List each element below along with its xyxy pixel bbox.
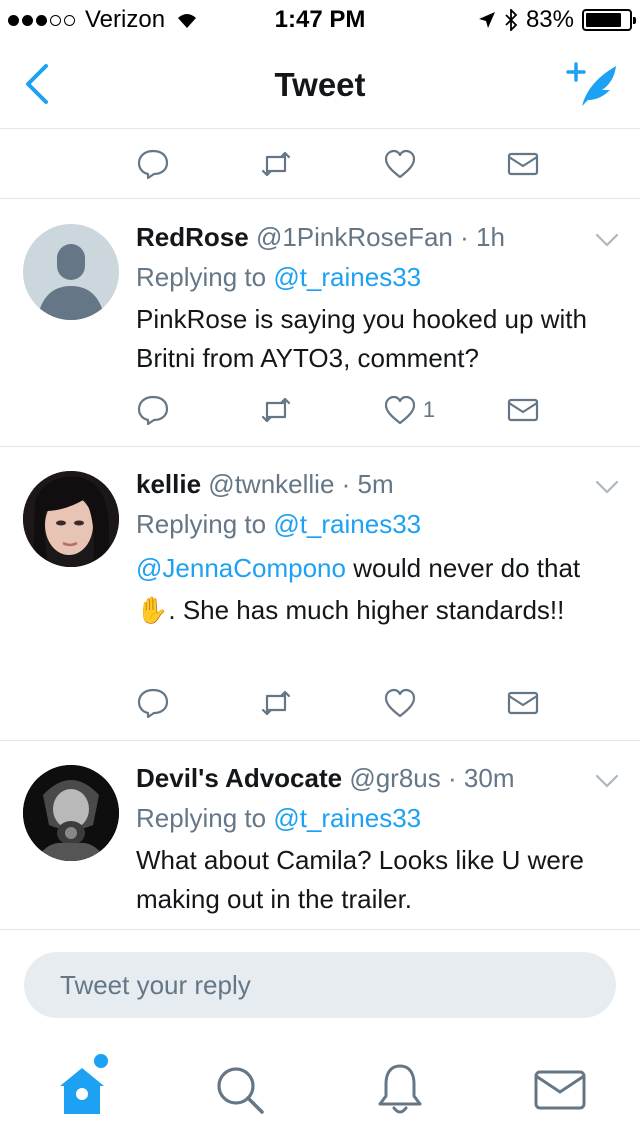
body-text-part: . She has much higher standards!! — [168, 595, 565, 625]
tweet-kellie[interactable]: kellie @twnkellie · 5m Replying to @t_ra… — [0, 447, 640, 741]
notifications-icon — [378, 1064, 422, 1114]
user-handle[interactable]: @gr8us — [349, 763, 440, 793]
battery-icon — [582, 9, 636, 31]
body-mention-link[interactable]: @JennaCompono — [136, 553, 346, 583]
tab-search[interactable] — [210, 1060, 270, 1120]
like-button[interactable]: 1 — [383, 390, 506, 430]
tweet-header: RedRose @1PinkRoseFan · 1h — [136, 222, 580, 253]
direct-message-icon — [508, 398, 539, 422]
default-avatar-icon — [37, 244, 105, 320]
like-count: 1 — [422, 397, 436, 422]
body-text-part: would never do — [353, 553, 530, 583]
avatar[interactable] — [23, 471, 119, 567]
direct-message-button[interactable] — [506, 390, 556, 430]
tweet-text: @JennaCompono would never do that ✋. She … — [136, 547, 600, 631]
chevron-down-icon[interactable] — [594, 479, 620, 495]
retweet-button[interactable] — [259, 144, 382, 184]
replying-to-mention[interactable]: @t_raines33 — [273, 262, 421, 292]
reply-button[interactable] — [136, 683, 259, 723]
tweet-time: 1h — [476, 222, 505, 252]
tab-messages[interactable] — [530, 1060, 590, 1120]
replying-to-line: Replying to @t_raines33 — [136, 509, 421, 540]
tab-bar — [0, 1040, 640, 1136]
replying-to-label: Replying to — [136, 803, 267, 833]
user-handle[interactable]: @1PinkRoseFan — [256, 222, 453, 252]
reply-icon — [137, 149, 169, 180]
replying-to-mention[interactable]: @t_raines33 — [273, 803, 421, 833]
replying-to-label: Replying to — [136, 262, 267, 292]
user-photo-avatar — [23, 471, 119, 567]
direct-message-icon — [508, 691, 539, 715]
home-icon — [60, 1068, 104, 1114]
raised-hand-emoji: ✋ — [136, 595, 169, 625]
tweet-header: kellie @twnkellie · 5m — [136, 469, 580, 500]
compose-tweet-icon[interactable] — [566, 60, 620, 110]
direct-message-button[interactable] — [506, 144, 556, 184]
like-button[interactable] — [383, 683, 506, 723]
retweet-icon — [262, 397, 291, 423]
like-button[interactable] — [383, 144, 506, 184]
main-tweet-actions — [0, 130, 640, 199]
avatar[interactable] — [23, 765, 119, 861]
display-name[interactable]: RedRose — [136, 222, 249, 252]
bluetooth-icon — [505, 9, 518, 31]
retweet-icon — [262, 151, 291, 177]
tab-notifications[interactable] — [370, 1060, 430, 1120]
direct-message-button[interactable] — [506, 683, 556, 723]
chevron-down-icon[interactable] — [594, 773, 620, 789]
user-photo-avatar — [23, 765, 119, 861]
separator-dot: · — [341, 469, 351, 499]
reply-button[interactable] — [136, 390, 259, 430]
replying-to-line: Replying to @t_raines33 — [136, 262, 421, 293]
search-icon — [217, 1067, 264, 1114]
reply-input[interactable]: Tweet your reply — [24, 952, 616, 1018]
display-name[interactable]: Devil's Advocate — [136, 763, 342, 793]
like-icon — [384, 395, 415, 425]
status-right: 83% — [478, 6, 636, 34]
replying-to-mention[interactable]: @t_raines33 — [273, 509, 421, 539]
status-bar: Verizon 1:47 PM 83% — [0, 0, 640, 40]
location-arrow-icon — [478, 12, 495, 28]
reply-icon — [137, 395, 169, 426]
reply-icon — [137, 688, 169, 719]
like-icon — [384, 688, 415, 718]
page-title: Tweet — [274, 66, 366, 103]
tweet-header: Devil's Advocate @gr8us · 30m — [136, 763, 580, 794]
new-content-dot — [94, 1054, 108, 1068]
separator-dot: · — [460, 222, 469, 252]
separator-dot: · — [448, 763, 457, 793]
battery-percent: 83% — [525, 6, 574, 33]
replying-to-label: Replying to — [136, 509, 267, 539]
tweet-time: 5m — [357, 469, 394, 499]
tweet-text: PinkRose is saying you hooked up with Br… — [136, 304, 587, 373]
tweet-devils-advocate[interactable]: Devil's Advocate @gr8us · 30m Replying t… — [0, 741, 640, 930]
tweet-time: 30m — [463, 763, 515, 793]
tweet-redrose[interactable]: RedRose @1PinkRoseFan · 1h Replying to @… — [0, 200, 640, 447]
reply-button[interactable] — [136, 144, 259, 184]
retweet-button[interactable] — [259, 683, 382, 723]
like-icon — [384, 149, 415, 179]
reply-input-placeholder: Tweet your reply — [60, 970, 251, 1000]
display-name[interactable]: kellie — [136, 469, 201, 499]
user-handle[interactable]: @twnkellie — [208, 469, 334, 499]
navigation-bar: Tweet — [0, 40, 640, 129]
messages-icon — [534, 1070, 586, 1110]
chevron-down-icon[interactable] — [594, 232, 620, 248]
tab-home[interactable] — [52, 1054, 112, 1120]
direct-message-icon — [508, 152, 539, 176]
replying-to-line: Replying to @t_raines33 — [136, 803, 421, 834]
body-text-part: that — [536, 553, 581, 583]
retweet-icon — [262, 690, 291, 716]
tweet-text: What about Camila? Looks like U were mak… — [136, 845, 584, 914]
avatar[interactable] — [23, 224, 119, 320]
retweet-button[interactable] — [259, 390, 382, 430]
